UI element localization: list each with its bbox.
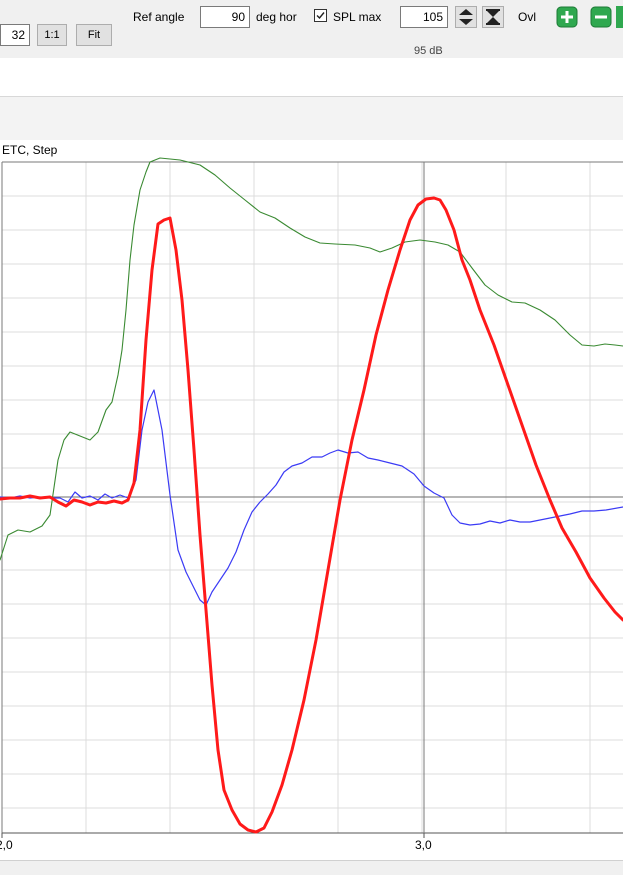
zoom-1-1-button[interactable]: 1:1 <box>37 24 67 46</box>
spl-range-button[interactable] <box>482 6 504 28</box>
plus-icon <box>556 6 578 28</box>
deg-hor-label: deg hor <box>256 10 297 24</box>
etc-plot[interactable]: ETC, Step 2,0 3,0 <box>0 140 623 860</box>
series-green-line <box>0 157 623 561</box>
zoom-input[interactable]: 32 <box>0 24 30 46</box>
panel-gap <box>0 97 623 140</box>
spl-up-down-button[interactable] <box>455 6 477 28</box>
status-bar <box>0 860 623 875</box>
info-strip <box>0 58 623 96</box>
ovl-label: Ovl <box>518 10 536 24</box>
x-tick-label: 2,0 <box>0 838 13 852</box>
etc-plot-svg[interactable]: ETC, Step 2,0 3,0 <box>0 140 623 860</box>
spl-max-checkbox[interactable] <box>314 9 327 22</box>
zoom-fit-button[interactable]: Fit <box>76 24 112 46</box>
up-down-arrows-icon <box>459 9 473 25</box>
hourglass-icon <box>486 9 500 25</box>
checkmark-icon <box>316 12 325 20</box>
toolbar: 32 1:1 Fit Ref angle 90 deg hor SPL max … <box>0 0 623 58</box>
spl-max-input[interactable]: 105 <box>400 6 448 28</box>
ref-angle-label: Ref angle <box>133 10 185 24</box>
ref-angle-input[interactable]: 90 <box>200 6 250 28</box>
ovl-overflow <box>616 6 623 28</box>
x-tick-label: 3,0 <box>415 838 432 852</box>
minus-icon <box>590 6 612 28</box>
series-red-line <box>0 196 623 834</box>
ovl-remove-button[interactable] <box>590 6 612 28</box>
plot-title: ETC, Step <box>2 143 58 157</box>
db-hint-label: 95 dB <box>414 45 443 57</box>
ovl-add-button[interactable] <box>556 6 578 28</box>
spl-max-label: SPL max <box>333 10 382 24</box>
